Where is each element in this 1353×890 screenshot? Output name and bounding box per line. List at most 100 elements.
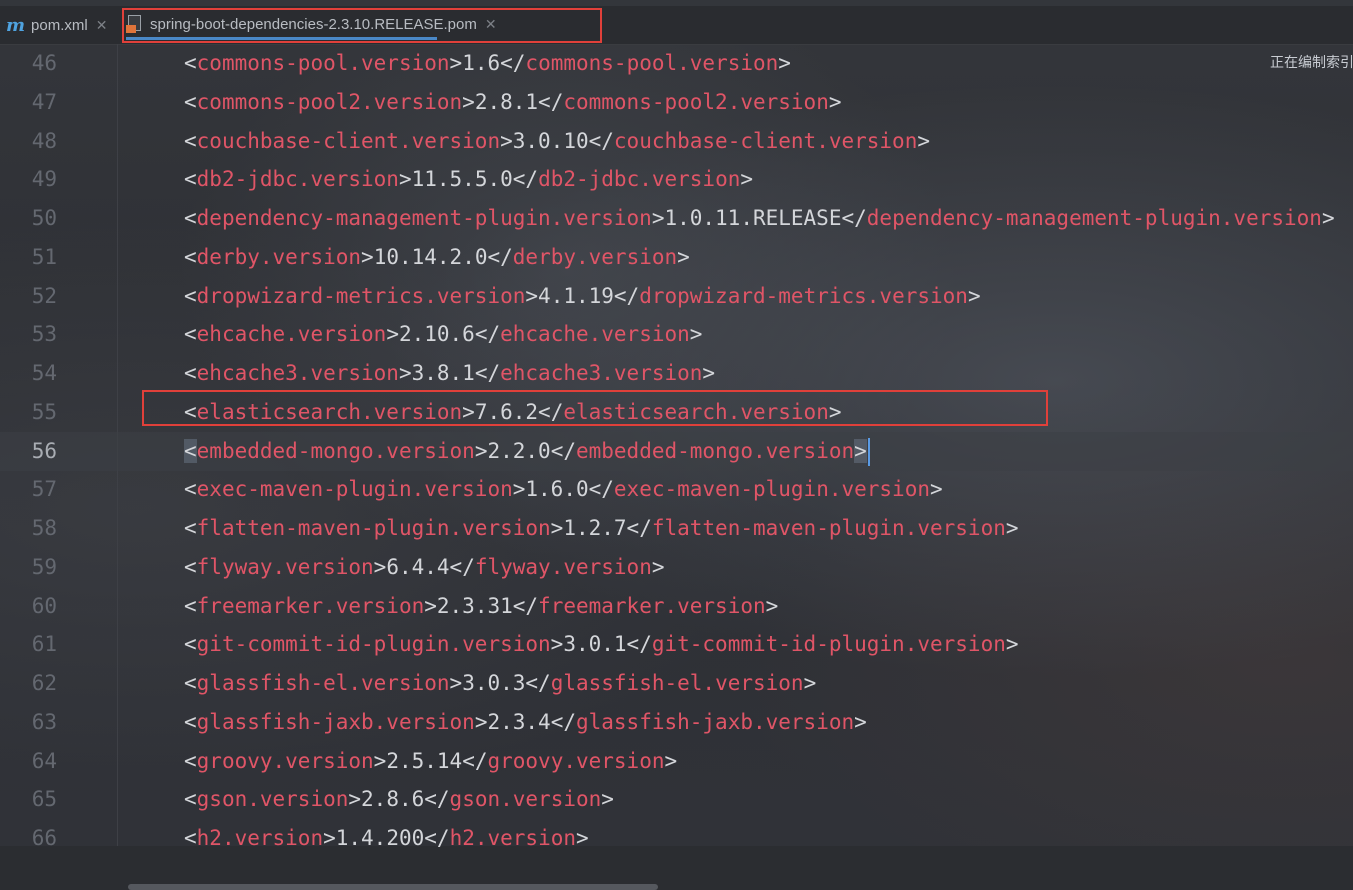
tab-pom-xml[interactable]: m pom.xml ✕ <box>6 6 107 44</box>
code-line[interactable]: 66 <h2.version>1.4.200</h2.version> <box>0 819 1353 858</box>
tag-bracket: > <box>854 709 867 734</box>
tag-bracket: < <box>184 477 197 502</box>
tag-bracket: > <box>348 787 362 812</box>
code-line[interactable]: 65 <gson.version>2.8.6</gson.version> <box>0 780 1353 819</box>
tag-bracket: > <box>765 593 779 618</box>
line-number: 51 <box>31 244 57 269</box>
tag-bracket: > <box>462 89 475 114</box>
open-tag-name: commons-pool.version <box>196 51 450 75</box>
code-line[interactable]: 63 <glassfish-jaxb.version>2.3.4</glassfi… <box>0 703 1353 742</box>
close-tag-name: glassfish-jaxb.version <box>575 709 855 734</box>
open-tag-name: flatten-maven-plugin.version <box>196 516 551 540</box>
open-tag-name: couchbase-client.version <box>196 128 501 153</box>
tag-bracket: </ <box>474 322 501 347</box>
code-line[interactable]: 46 <commons-pool.version>1.6</commons-poo… <box>0 44 1353 83</box>
editor-tab-bar: m pom.xml ✕ spring-boot-dependencies-2.3… <box>0 0 1353 45</box>
open-tag-name: h2.version <box>196 826 324 850</box>
version-value: 2.3.31 <box>436 593 513 618</box>
tag-bracket: </ <box>424 826 450 850</box>
code-line[interactable]: 59 <flyway.version>6.4.4</flyway.version> <box>0 548 1353 587</box>
code-line[interactable]: 61 <git-commit-id-plugin.version>3.0.1</g… <box>0 625 1353 664</box>
tag-bracket: > <box>361 244 374 269</box>
tag-bracket: > <box>323 826 336 850</box>
tag-bracket: > <box>740 167 754 192</box>
code-editor[interactable]: 46 <commons-pool.version>1.6</commons-poo… <box>0 44 1353 890</box>
code-line[interactable]: 60 <freemarker.version>2.3.31</freemarker… <box>0 587 1353 626</box>
tag-bracket: > <box>828 89 842 114</box>
line-number: 63 <box>31 709 57 734</box>
tag-bracket: > <box>474 709 488 734</box>
version-value: 2.10.6 <box>398 322 475 347</box>
tag-bracket: </ <box>487 244 513 269</box>
xml-element: <dropwizard-metrics.version>4.1.19</drop… <box>184 277 981 316</box>
open-tag-name: exec-maven-plugin.version <box>196 477 513 502</box>
code-line[interactable]: 57 <exec-maven-plugin.version>1.6.0</exec… <box>0 470 1353 509</box>
tag-bracket: < <box>184 322 197 347</box>
tag-bracket: </ <box>474 361 501 385</box>
line-number: 52 <box>31 283 57 308</box>
tag-bracket: > <box>1005 632 1019 657</box>
xml-element: <derby.version>10.14.2.0</derby.version> <box>184 238 690 277</box>
xml-element: <ehcache.version>2.10.6</ehcache.version… <box>184 315 702 354</box>
open-tag-name: embedded-mongo.version <box>196 438 475 463</box>
tab-label: pom.xml <box>31 16 88 34</box>
open-tag-name: flyway.version <box>196 554 374 579</box>
line-number: 46 <box>31 51 57 75</box>
code-line[interactable]: 50 <dependency-management-plugin.version>… <box>0 199 1353 238</box>
line-number: 66 <box>31 826 57 850</box>
tag-bracket: </ <box>424 787 450 812</box>
xml-element: <glassfish-jaxb.version>2.3.4</glassfish… <box>184 703 867 742</box>
tag-bracket: > <box>576 826 589 850</box>
close-tag-name: dropwizard-metrics.version <box>639 283 968 308</box>
code-line[interactable]: 64 <groovy.version>2.5.14</groovy.version… <box>0 742 1353 781</box>
close-icon[interactable]: ✕ <box>96 17 108 34</box>
code-line[interactable]: 58 <flatten-maven-plugin.version>1.2.7</f… <box>0 509 1353 548</box>
version-value: 2.2.0 <box>487 438 551 463</box>
line-number: 57 <box>31 477 57 502</box>
line-number: 60 <box>31 593 57 618</box>
version-value: 1.4.200 <box>335 826 425 850</box>
tag-bracket: </ <box>613 283 640 308</box>
code-line[interactable]: 47 <commons-pool2.version>2.8.1</commons-… <box>0 83 1353 122</box>
tag-bracket: </ <box>550 709 576 734</box>
tag-bracket: > <box>854 438 867 463</box>
horizontal-scrollbar[interactable] <box>128 884 658 890</box>
tag-bracket: > <box>601 787 614 812</box>
tag-bracket: > <box>651 554 665 579</box>
tag-bracket: > <box>677 244 690 269</box>
code-line[interactable]: 56 <embedded-mongo.version>2.2.0</embedde… <box>0 431 1353 471</box>
xml-element: <flatten-maven-plugin.version>1.2.7</fla… <box>184 509 1019 548</box>
close-tag-name: embedded-mongo.version <box>575 438 855 463</box>
close-tag-name: git-commit-id-plugin.version <box>651 632 1006 657</box>
code-line[interactable]: 51 <derby.version>10.14.2.0</derby.versio… <box>0 238 1353 277</box>
code-line[interactable]: 48 <couchbase-client.version>3.0.10</couc… <box>0 122 1353 161</box>
tag-bracket: > <box>651 206 665 230</box>
open-tag-name: glassfish-jaxb.version <box>196 709 475 734</box>
tag-bracket: < <box>184 709 197 734</box>
tag-bracket: < <box>184 632 197 657</box>
line-number: 50 <box>31 206 57 230</box>
tag-bracket: </ <box>500 51 526 75</box>
code-line[interactable]: 52 <dropwizard-metrics.version>4.1.19</dr… <box>0 277 1353 316</box>
xml-element: <groovy.version>2.5.14</groovy.version> <box>184 742 677 781</box>
code-line[interactable]: 49 <db2-jdbc.version>11.5.5.0</db2-jdbc.v… <box>0 160 1353 199</box>
tag-bracket: < <box>184 826 197 850</box>
version-value: 1.6 <box>462 51 501 75</box>
close-tag-name: groovy.version <box>487 748 665 773</box>
open-tag-name: dropwizard-metrics.version <box>196 283 526 308</box>
open-tag-name: ehcache3.version <box>196 361 399 385</box>
tag-bracket: < <box>184 244 197 269</box>
tag-bracket: > <box>550 632 564 657</box>
code-line[interactable]: 54 <ehcache3.version>3.8.1</ehcache3.vers… <box>0 354 1353 393</box>
code-line[interactable]: 53 <ehcache.version>2.10.6</ehcache.versi… <box>0 315 1353 354</box>
line-number: 49 <box>31 167 57 192</box>
xml-element: <freemarker.version>2.3.31</freemarker.v… <box>184 587 778 626</box>
code-line[interactable]: 62 <glassfish-el.version>3.0.3</glassfish… <box>0 664 1353 703</box>
close-tag-name: dependency-management-plugin.version <box>866 206 1322 230</box>
line-number: 48 <box>31 128 57 153</box>
line-number: 64 <box>31 748 57 773</box>
tag-bracket: > <box>474 438 488 463</box>
tag-bracket: </ <box>588 128 614 153</box>
xml-element: <exec-maven-plugin.version>1.6.0</exec-m… <box>184 470 943 509</box>
tag-bracket: > <box>449 51 463 75</box>
